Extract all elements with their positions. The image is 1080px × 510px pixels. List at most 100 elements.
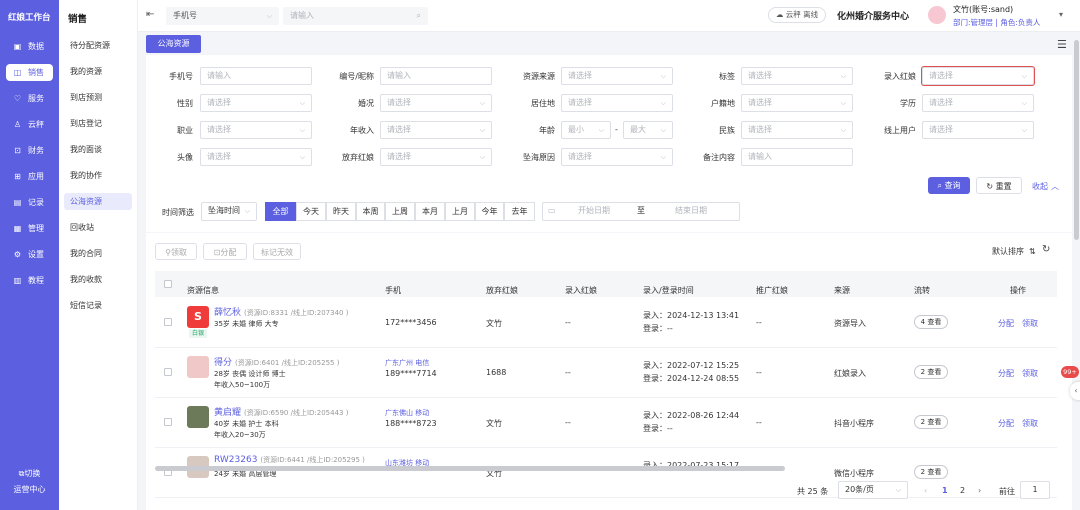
mark-invalid-button[interactable]: 标记无效 [253, 243, 301, 260]
resource-name[interactable]: RW23263 (资源ID:6441 /线上ID:205295 ) [214, 455, 365, 465]
time-seg-1[interactable]: 今天 [296, 202, 326, 221]
top-search-input[interactable]: 请输入 ⌕ [283, 7, 428, 25]
claim-link[interactable]: 领取 [1022, 318, 1038, 329]
vertical-scrollbar[interactable] [1074, 40, 1079, 240]
filter-entry-select[interactable]: 请选择 ⌵ [922, 67, 1034, 85]
age-min-select[interactable]: 最小 ⌵ [561, 121, 611, 139]
subnav-item-8[interactable]: 我的合同 [64, 245, 132, 262]
row-checkbox[interactable] [164, 368, 172, 376]
filter-number-input[interactable]: 请输入 [380, 67, 492, 85]
filter-tag-select[interactable]: 请选择 ⌵ [741, 67, 853, 85]
goto-page-input[interactable]: 1 [1020, 481, 1050, 499]
subnav-item-9[interactable]: 我的收款 [64, 271, 132, 288]
user-avatar[interactable] [928, 6, 946, 24]
chevron-down-icon: ⌵ [1021, 126, 1027, 134]
sidebar-item-6[interactable]: ▤ 记录 [6, 194, 53, 211]
time-seg-0[interactable]: 全部 [265, 202, 296, 221]
filter-ethnicity-select[interactable]: 请选择 ⌵ [741, 121, 853, 139]
subnav-item-4[interactable]: 我的面谈 [64, 141, 132, 158]
reset-button[interactable]: ↻ 重置 [976, 177, 1022, 194]
filter-hukou-select[interactable]: 请选择 ⌵ [741, 94, 853, 112]
time-seg-3[interactable]: 本周 [356, 202, 385, 221]
subnav-item-3[interactable]: 到店登记 [64, 115, 132, 132]
list-menu-icon[interactable]: ☰ [1057, 38, 1067, 51]
sidebar-item-label: 云秤 [28, 120, 44, 129]
sidebar-item-9[interactable]: ▥ 教程 [6, 272, 53, 289]
flow-view-badge[interactable]: 2 查看 [914, 415, 948, 429]
filter-reason-select[interactable]: 请选择 ⌵ [561, 148, 673, 166]
flow-view-badge[interactable]: 4 查看 [914, 315, 948, 329]
filter-avatar-select[interactable]: 请选择 ⌵ [200, 148, 312, 166]
resource-name[interactable]: 得分 (资源ID:6401 /线上ID:205255 ) [214, 355, 339, 368]
claim-button[interactable]: ⚲领取 [155, 243, 197, 260]
sidebar-item-5[interactable]: ⊞ 应用 [6, 168, 53, 185]
assign-link[interactable]: 分配 [998, 368, 1014, 379]
side-expand-icon[interactable]: ‹ [1070, 382, 1080, 400]
collapse-button[interactable]: 收起 ︿ [1032, 181, 1059, 192]
page-2[interactable]: 2 [960, 486, 965, 495]
time-seg-6[interactable]: 上月 [445, 202, 475, 221]
subnav-item-0[interactable]: 待分配资源 [64, 37, 132, 54]
filter-phone-input[interactable]: 请输入 [200, 67, 312, 85]
row-checkbox[interactable] [164, 318, 172, 326]
sidebar-item-8[interactable]: ⚙ 设置 [6, 246, 53, 263]
time-seg-4[interactable]: 上周 [385, 202, 415, 221]
cloud-status-badge[interactable]: ☁ 云秤 离线 [768, 7, 826, 23]
filter-job-select[interactable]: 请选择 ⌵ [200, 121, 312, 139]
sidebar-item-1[interactable]: ◫ 销售 [6, 64, 53, 81]
search-type-select[interactable]: 手机号 ⌵ [166, 7, 279, 25]
claim-link[interactable]: 领取 [1022, 368, 1038, 379]
row-checkbox[interactable] [164, 418, 172, 426]
flow-view-badge[interactable]: 2 查看 [914, 465, 948, 479]
time-seg-8[interactable]: 去年 [504, 202, 535, 221]
filter-source-select[interactable]: 请选择 ⌵ [561, 67, 673, 85]
claim-link[interactable]: 领取 [1022, 418, 1038, 429]
sidebar-item-4[interactable]: ⊡ 财务 [6, 142, 53, 159]
prev-page-icon[interactable]: ‹ [924, 486, 927, 495]
collapse-menu-icon[interactable]: ⇤ [146, 9, 154, 20]
filter-marriage-select[interactable]: 请选择 ⌵ [380, 94, 492, 112]
tab-public-resources[interactable]: 公海资源 [146, 35, 201, 53]
filter-remark-input[interactable]: 请输入 [741, 148, 853, 166]
subnav-item-1[interactable]: 我的资源 [64, 63, 132, 80]
user-menu-chevron-icon[interactable]: ▾ [1059, 10, 1063, 19]
filter-residence-select[interactable]: 请选择 ⌵ [561, 94, 673, 112]
subnav-item-5[interactable]: 我的协作 [64, 167, 132, 184]
next-page-icon[interactable]: › [978, 486, 981, 495]
filter-label-job: 职业 [177, 126, 193, 135]
select-all-checkbox[interactable] [164, 280, 172, 288]
filter-education-select[interactable]: 请选择 ⌵ [922, 94, 1034, 112]
switch-button[interactable]: ⧉切换 [0, 468, 59, 479]
page-1[interactable]: 1 [942, 486, 948, 495]
phone-number: 188****8723 [385, 419, 437, 428]
assign-link[interactable]: 分配 [998, 418, 1014, 429]
page-size-select[interactable]: 20条/页 ⌵ [838, 481, 908, 499]
subnav-item-10[interactable]: 短信记录 [64, 297, 132, 314]
resource-name[interactable]: 薛忆秋 (资源ID:8331 /线上ID:207340 ) [214, 305, 348, 318]
subnav-item-7[interactable]: 回收站 [64, 219, 132, 236]
flow-view-badge[interactable]: 2 查看 [914, 365, 948, 379]
filter-giveup-select[interactable]: 请选择 ⌵ [380, 148, 492, 166]
notification-badge[interactable]: 99+ [1061, 366, 1079, 378]
filter-income-select[interactable]: 请选择 ⌵ [380, 121, 492, 139]
time-type-select[interactable]: 坠海时间 ⌵ [201, 202, 257, 221]
sidebar-item-2[interactable]: ♡ 服务 [6, 90, 53, 107]
assign-button[interactable]: ⊡分配 [203, 243, 247, 260]
filter-gender-select[interactable]: 请选择 ⌵ [200, 94, 312, 112]
sidebar-item-3[interactable]: ♙ 云秤 [6, 116, 53, 133]
assign-link[interactable]: 分配 [998, 318, 1014, 329]
sidebar-item-7[interactable]: ▦ 管理 [6, 220, 53, 237]
horizontal-scrollbar[interactable] [155, 466, 785, 471]
time-seg-2[interactable]: 昨天 [326, 202, 356, 221]
sort-select[interactable]: 默认排序 ⇅ [992, 246, 1036, 257]
filter-online_user-select[interactable]: 请选择 ⌵ [922, 121, 1034, 139]
query-button[interactable]: ⌕ 查询 [928, 177, 970, 194]
refresh-icon[interactable]: ↻ [1042, 244, 1050, 255]
sidebar-item-0[interactable]: ▣ 数据 [6, 38, 53, 55]
time-seg-5[interactable]: 本月 [415, 202, 445, 221]
resource-name[interactable]: 黄启耀 (资源ID:6590 /线上ID:205443 ) [214, 405, 348, 418]
subnav-item-6[interactable]: 公海资源 [64, 193, 132, 210]
subnav-item-2[interactable]: 到店预测 [64, 89, 132, 106]
time-seg-7[interactable]: 今年 [475, 202, 504, 221]
date-range-picker[interactable]: ▭ 开始日期 至 结束日期 [542, 202, 740, 221]
